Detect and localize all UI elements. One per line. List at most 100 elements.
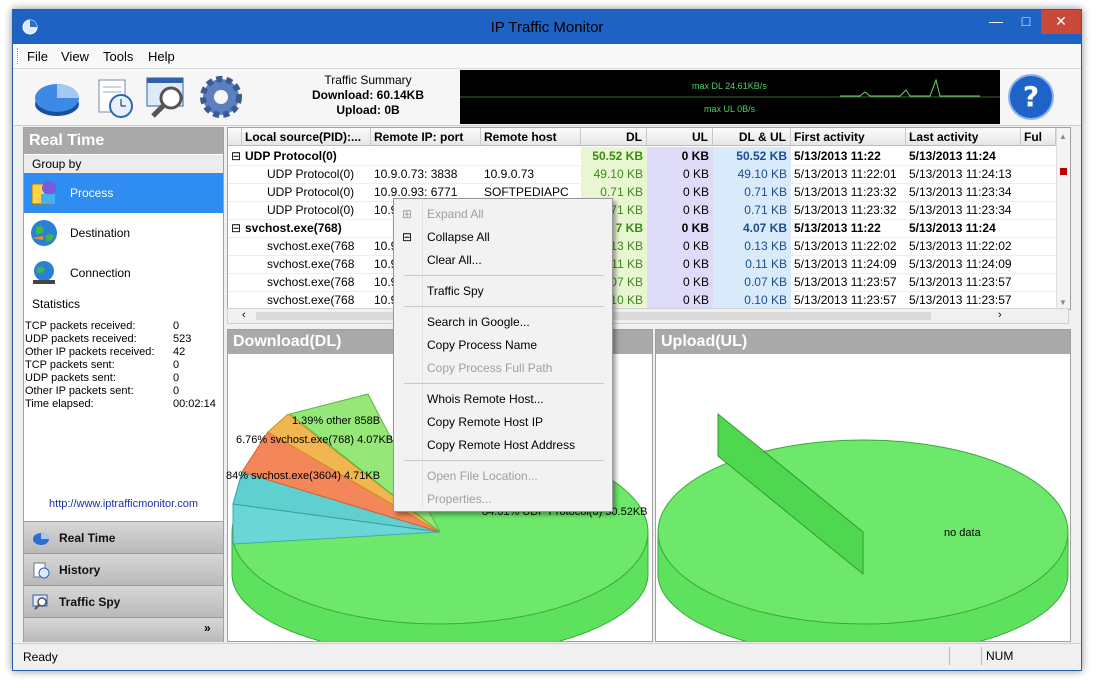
group-item-label: Process	[70, 186, 114, 200]
stat-row: UDP packets sent: 0	[25, 372, 221, 385]
nav-traffic-spy[interactable]: Traffic Spy	[24, 585, 223, 617]
context-menu-item[interactable]: Whois Remote Host...	[394, 388, 612, 410]
menu-file[interactable]: File	[27, 49, 48, 64]
process-icon	[31, 181, 56, 205]
tree-line	[228, 165, 242, 183]
grid-cell-first: 5/13/2013 11:23:32	[794, 203, 897, 217]
history-clock-icon[interactable]	[91, 72, 143, 122]
traffic-summary: Traffic Summary Download: 60.14KB Upload…	[283, 73, 453, 123]
table-row[interactable]: svchost.exe(768 10.9 13 KB 0 KB 0.13 KB 5/13/…	[228, 237, 1056, 256]
collapse-toggle-icon[interactable]: ⊟	[228, 219, 242, 237]
horizontal-scrollbar[interactable]: ‹ ›	[227, 308, 1069, 324]
grid-cell-c0: UDP Protocol(0)	[245, 149, 337, 163]
menu-separator	[404, 383, 604, 384]
context-menu-item[interactable]: Open File Location...	[394, 465, 612, 487]
context-menu-label: Copy Remote Host Address	[427, 438, 576, 452]
context-menu-item[interactable]: ⊞ Expand All	[394, 203, 612, 225]
graph-lines	[460, 78, 1000, 98]
menu-separator	[404, 275, 604, 276]
maximize-button[interactable]: □	[1011, 10, 1041, 34]
group-item-process[interactable]: Process	[24, 173, 223, 213]
settings-gear-icon[interactable]	[195, 72, 247, 122]
context-menu-item[interactable]: Copy Remote Host Address	[394, 434, 612, 456]
grid-cell-dlul: 4.07 KB	[713, 219, 791, 237]
scroll-left-icon[interactable]: ‹	[242, 309, 246, 321]
website-link[interactable]: http://www.iptrafficmonitor.com	[24, 498, 223, 510]
table-row[interactable]: UDP Protocol(0) 10.9 71 KB 0 KB 0.71 KB 5/13/…	[228, 201, 1056, 220]
pie-label: 1.39% other 858B	[292, 415, 381, 427]
grid-cell-first: 5/13/2013 11:22:01	[794, 167, 897, 181]
context-menu-item[interactable]: Copy Process Full Path	[394, 357, 612, 379]
stat-row: Time elapsed: 00:02:14	[25, 398, 221, 411]
menu-view[interactable]: View	[61, 49, 89, 64]
col-header-ul[interactable]: UL	[647, 128, 713, 146]
context-menu-item[interactable]: Search in Google...	[394, 311, 612, 333]
context-menu-item[interactable]: ⊟ Collapse All	[394, 226, 612, 248]
grid-cell-dlul: 50.52 KB	[713, 147, 791, 165]
grid-cell-ul: 0 KB	[647, 273, 713, 291]
context-menu-item[interactable]: Properties...	[394, 488, 612, 510]
upload-pie-chart	[657, 412, 1069, 641]
traffic-spy-icon[interactable]	[143, 72, 195, 122]
grid-group-row[interactable]: ⊟ UDP Protocol(0) 50.52 KB 0 KB 50.52 KB 5/13…	[228, 147, 1056, 166]
vertical-scrollbar[interactable]: ▲ ▼	[1056, 128, 1070, 309]
grid-cell-c0: UDP Protocol(0)	[267, 167, 355, 181]
table-row[interactable]: svchost.exe(768 10.9 07 KB 0 KB 0.07 KB 5/13/…	[228, 273, 1056, 292]
stat-key: Time elapsed:	[25, 398, 94, 410]
menu-help[interactable]: Help	[148, 49, 175, 64]
grid-cell-dlul: 49.10 KB	[713, 165, 791, 183]
col-header-dl-ul[interactable]: DL & UL	[713, 128, 791, 146]
real-time-icon	[33, 533, 49, 545]
title-bar[interactable]: IP Traffic Monitor — □ ✕	[13, 10, 1081, 44]
grid-group-row[interactable]: ⊟ svchost.exe(768) 7 KB 0 KB 4.07 KB 5/13/201…	[228, 219, 1056, 238]
col-header-remote-ip[interactable]: Remote IP: port	[371, 128, 481, 146]
group-item-destination[interactable]: Destination	[24, 213, 223, 253]
minimize-button[interactable]: —	[981, 10, 1011, 34]
collapse-toggle-icon[interactable]: ⊟	[228, 147, 242, 165]
scroll-right-icon[interactable]: ›	[998, 309, 1002, 321]
connection-icon	[33, 261, 55, 284]
context-menu-item[interactable]: Copy Process Name	[394, 334, 612, 356]
app-window: IP Traffic Monitor — □ ✕ File View Tools…	[12, 9, 1082, 671]
chevron-down-icon: »	[204, 621, 211, 635]
help-icon[interactable]: ?	[1007, 73, 1055, 121]
table-row[interactable]: UDP Protocol(0) 10.9.0.73: 3838 10.9.0.73 4…	[228, 165, 1056, 184]
stat-row: Other IP packets sent: 0	[25, 385, 221, 398]
col-header-last-activity[interactable]: Last activity	[906, 128, 1021, 146]
grid-cell-ul: 0 KB	[647, 291, 713, 309]
stat-row: TCP packets sent: 0	[25, 359, 221, 372]
grid-cell-first: 5/13/2013 11:24:09	[794, 257, 897, 271]
context-menu-item[interactable]: Traffic Spy	[394, 280, 612, 302]
nav-real-time[interactable]: Real Time	[24, 521, 223, 553]
grid-cell-first: 5/13/2013 11:22	[794, 221, 881, 235]
svg-text:?: ?	[1023, 80, 1039, 113]
tree-line	[228, 201, 242, 219]
context-menu-label: Collapse All	[427, 230, 490, 244]
grid-cell-dlul: 0.10 KB	[713, 291, 791, 309]
tree-line	[228, 273, 242, 291]
col-header-dl[interactable]: DL	[581, 128, 647, 146]
grid-cell-ul: 0 KB	[647, 219, 713, 237]
grid-cell-c1	[371, 147, 481, 165]
menu-bar: File View Tools Help	[13, 44, 1081, 69]
nav-history[interactable]: History	[24, 553, 223, 585]
close-button[interactable]: ✕	[1041, 10, 1081, 34]
menu-tools[interactable]: Tools	[103, 49, 133, 64]
scroll-down-icon[interactable]: ▼	[1059, 298, 1067, 307]
table-row[interactable]: svchost.exe(768 10.9 11 KB 0 KB 0.11 KB 5/13/…	[228, 255, 1056, 274]
col-header-first-activity[interactable]: First activity	[791, 128, 906, 146]
group-item-connection[interactable]: Connection	[24, 253, 223, 293]
left-panel: Real Time Group by Process Destination C…	[23, 127, 224, 642]
grid-cell-c0: svchost.exe(768	[267, 275, 355, 289]
grid-cell-dlul: 0.71 KB	[713, 183, 791, 201]
col-header-full-path[interactable]: Ful	[1021, 128, 1056, 146]
col-header-remote-host[interactable]: Remote host	[481, 128, 581, 146]
pie-chart-icon[interactable]	[31, 72, 83, 122]
nav-more-button[interactable]: »	[24, 617, 223, 642]
context-menu-item[interactable]: Copy Remote Host IP	[394, 411, 612, 433]
col-header-local-source[interactable]: Local source(PID):...	[242, 128, 371, 146]
scroll-up-icon[interactable]: ▲	[1059, 132, 1067, 141]
context-menu-item[interactable]: Clear All...	[394, 249, 612, 271]
context-menu-label: Copy Remote Host IP	[427, 415, 544, 429]
table-row[interactable]: UDP Protocol(0) 10.9.0.93: 6771 SOFTPEDIAP…	[228, 183, 1056, 202]
